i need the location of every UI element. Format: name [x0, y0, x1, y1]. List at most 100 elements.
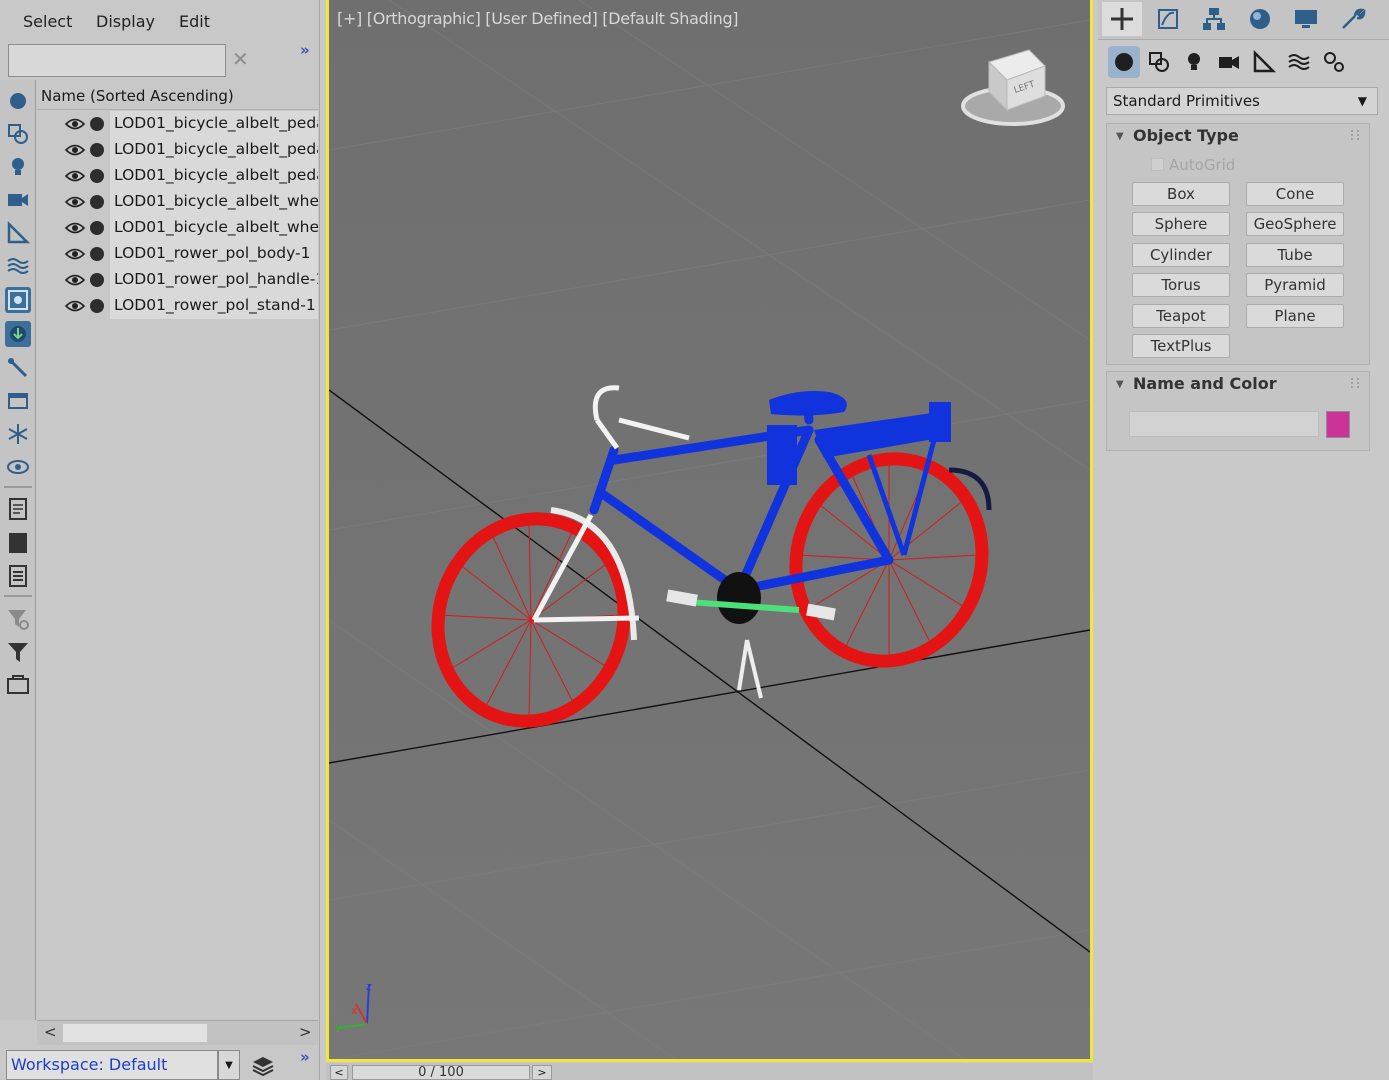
- visibility-eye-icon[interactable]: [65, 169, 85, 183]
- pyramid-button[interactable]: Pyramid: [1246, 273, 1344, 297]
- scroll-left-icon[interactable]: <: [44, 1023, 57, 1041]
- layer-manager-icon[interactable]: [5, 672, 31, 698]
- object-name[interactable]: LOD01_rower_pol_handle-1: [110, 267, 318, 293]
- visibility-eye-icon[interactable]: [65, 247, 85, 261]
- textplus-button[interactable]: TextPlus: [1132, 334, 1230, 358]
- cameras-category-icon[interactable]: [1213, 46, 1245, 78]
- list-item[interactable]: LOD01_bicycle_albelt_pedal-: [37, 137, 318, 163]
- object-name[interactable]: LOD01_rower_pol_body-1: [110, 241, 318, 267]
- clear-search-icon[interactable]: ✕: [232, 47, 249, 71]
- object-name[interactable]: LOD01_bicycle_albelt_wheel-: [110, 189, 318, 215]
- drag-grip-icon[interactable]: [1351, 130, 1359, 140]
- spacewarps-category-icon[interactable]: [1283, 46, 1315, 78]
- list-item[interactable]: LOD01_rower_pol_stand-1: [37, 293, 318, 319]
- drag-grip-icon[interactable]: [1351, 378, 1359, 388]
- visibility-eye-icon[interactable]: [65, 273, 85, 287]
- list-item[interactable]: LOD01_bicycle_albelt_wheel-: [37, 215, 318, 241]
- plane-button[interactable]: Plane: [1246, 304, 1344, 328]
- object-name[interactable]: LOD01_bicycle_albelt_wheel-: [110, 215, 318, 241]
- checkbox-icon[interactable]: [1151, 158, 1164, 171]
- sphere-button[interactable]: Sphere: [1132, 212, 1230, 236]
- next-frame-button[interactable]: >: [532, 1065, 552, 1080]
- visibility-eye-icon[interactable]: [65, 221, 85, 235]
- viewport-canvas[interactable]: LEFT z x y: [329, 0, 1090, 1062]
- torus-button[interactable]: Torus: [1132, 273, 1230, 297]
- menu-select[interactable]: Select: [23, 12, 72, 31]
- filter-shapes-icon[interactable]: [5, 121, 31, 147]
- visibility-eye-icon[interactable]: [65, 117, 85, 131]
- filter-cameras-icon[interactable]: [5, 187, 31, 213]
- box-button[interactable]: Box: [1132, 182, 1230, 206]
- object-name[interactable]: LOD01_bicycle_albelt_pedal_: [110, 111, 318, 137]
- display-hidden-icon[interactable]: [5, 454, 31, 480]
- bicycle-crank[interactable]: [717, 572, 761, 624]
- object-name[interactable]: LOD01_rower_pol_stand-1: [110, 293, 318, 319]
- cone-button[interactable]: Cone: [1246, 182, 1344, 206]
- display-tab-icon[interactable]: [1286, 2, 1326, 36]
- frame-slider[interactable]: 0 / 100: [352, 1065, 530, 1080]
- visibility-eye-icon[interactable]: [65, 299, 85, 313]
- collapse-triangle-icon[interactable]: ▼: [1116, 379, 1124, 390]
- list-view-icon[interactable]: [5, 496, 31, 522]
- scrollbar-thumb[interactable]: [63, 1024, 207, 1042]
- hierarchy-tab-icon[interactable]: [1194, 2, 1234, 36]
- helpers-category-icon[interactable]: [1248, 46, 1280, 78]
- filter-icon[interactable]: [5, 639, 31, 665]
- filter-helpers-icon[interactable]: [5, 220, 31, 246]
- select-all-icon[interactable]: [5, 530, 31, 556]
- list-item[interactable]: LOD01_bicycle_albelt_wheel-: [37, 189, 318, 215]
- name-and-color-header[interactable]: ▼ Name and Color: [1107, 372, 1369, 398]
- filter-spacewarps-icon[interactable]: [5, 253, 31, 279]
- teapot-button[interactable]: Teapot: [1132, 304, 1230, 328]
- layers-icon[interactable]: [250, 1053, 276, 1079]
- previous-frame-button[interactable]: <: [330, 1065, 348, 1080]
- object-name[interactable]: LOD01_bicycle_albelt_pedal-: [110, 137, 318, 163]
- filter-groups-icon[interactable]: [5, 287, 31, 313]
- filter-bones-icon[interactable]: [5, 355, 31, 381]
- tube-button[interactable]: Tube: [1246, 243, 1344, 267]
- autogrid-checkbox[interactable]: AutoGrid: [1151, 156, 1235, 174]
- menu-edit[interactable]: Edit: [179, 12, 210, 31]
- list-item[interactable]: LOD01_rower_pol_handle-1: [37, 267, 318, 293]
- workspace-dropdown-icon[interactable]: ▼: [218, 1050, 240, 1080]
- utilities-tab-icon[interactable]: [1332, 2, 1372, 36]
- expand-toolbar-icon[interactable]: »: [300, 41, 310, 59]
- workspace-selector[interactable]: Workspace: Default: [6, 1050, 218, 1080]
- systems-category-icon[interactable]: [1318, 46, 1350, 78]
- object-name-field[interactable]: [1129, 411, 1319, 437]
- visibility-eye-icon[interactable]: [65, 143, 85, 157]
- expand-bottom-icon[interactable]: »: [300, 1048, 310, 1066]
- filter-xrefs-icon[interactable]: [5, 321, 31, 347]
- collapse-triangle-icon[interactable]: ▼: [1116, 131, 1124, 142]
- object-color-swatch[interactable]: [1326, 411, 1350, 438]
- menu-display[interactable]: Display: [96, 12, 155, 31]
- motion-tab-icon[interactable]: [1240, 2, 1280, 36]
- modify-tab-icon[interactable]: [1148, 2, 1188, 36]
- shapes-category-icon[interactable]: [1143, 46, 1175, 78]
- display-snowflake-icon[interactable]: [5, 421, 31, 447]
- object-type-header[interactable]: ▼ Object Type: [1107, 124, 1369, 150]
- filter-geometry-icon[interactable]: [5, 88, 31, 114]
- explorer-search-input[interactable]: [8, 44, 226, 77]
- horizontal-scrollbar[interactable]: < >: [37, 1020, 318, 1045]
- display-frozen-icon[interactable]: [5, 388, 31, 414]
- list-item[interactable]: LOD01_bicycle_albelt_pedal_: [37, 111, 318, 137]
- cylinder-button[interactable]: Cylinder: [1132, 243, 1230, 267]
- filter-settings-icon[interactable]: [5, 606, 31, 632]
- list-item[interactable]: LOD01_rower_pol_body-1: [37, 241, 318, 267]
- create-tab-icon[interactable]: [1102, 2, 1142, 36]
- lights-category-icon[interactable]: [1178, 46, 1210, 78]
- visibility-eye-icon[interactable]: [65, 195, 85, 209]
- geometry-category-icon[interactable]: [1108, 46, 1140, 78]
- geosphere-button[interactable]: GeoSphere: [1246, 212, 1344, 236]
- column-header-name[interactable]: Name (Sorted Ascending): [37, 82, 318, 110]
- select-invert-icon[interactable]: [5, 563, 31, 589]
- time-slider[interactable]: < 0 / 100 >: [326, 1063, 1093, 1080]
- scroll-right-icon[interactable]: >: [299, 1023, 312, 1041]
- object-name[interactable]: LOD01_bicycle_albelt_pedal-: [110, 163, 318, 189]
- filter-lights-icon[interactable]: [5, 154, 31, 180]
- viewport-orthographic[interactable]: LEFT z x y [+] [Orthographic] [User Defi…: [326, 0, 1093, 1062]
- primitive-category-select[interactable]: Standard Primitives ▼: [1106, 87, 1378, 115]
- list-item[interactable]: LOD01_bicycle_albelt_pedal-: [37, 163, 318, 189]
- viewport-label[interactable]: [+] [Orthographic] [User Defined] [Defau…: [337, 9, 739, 28]
